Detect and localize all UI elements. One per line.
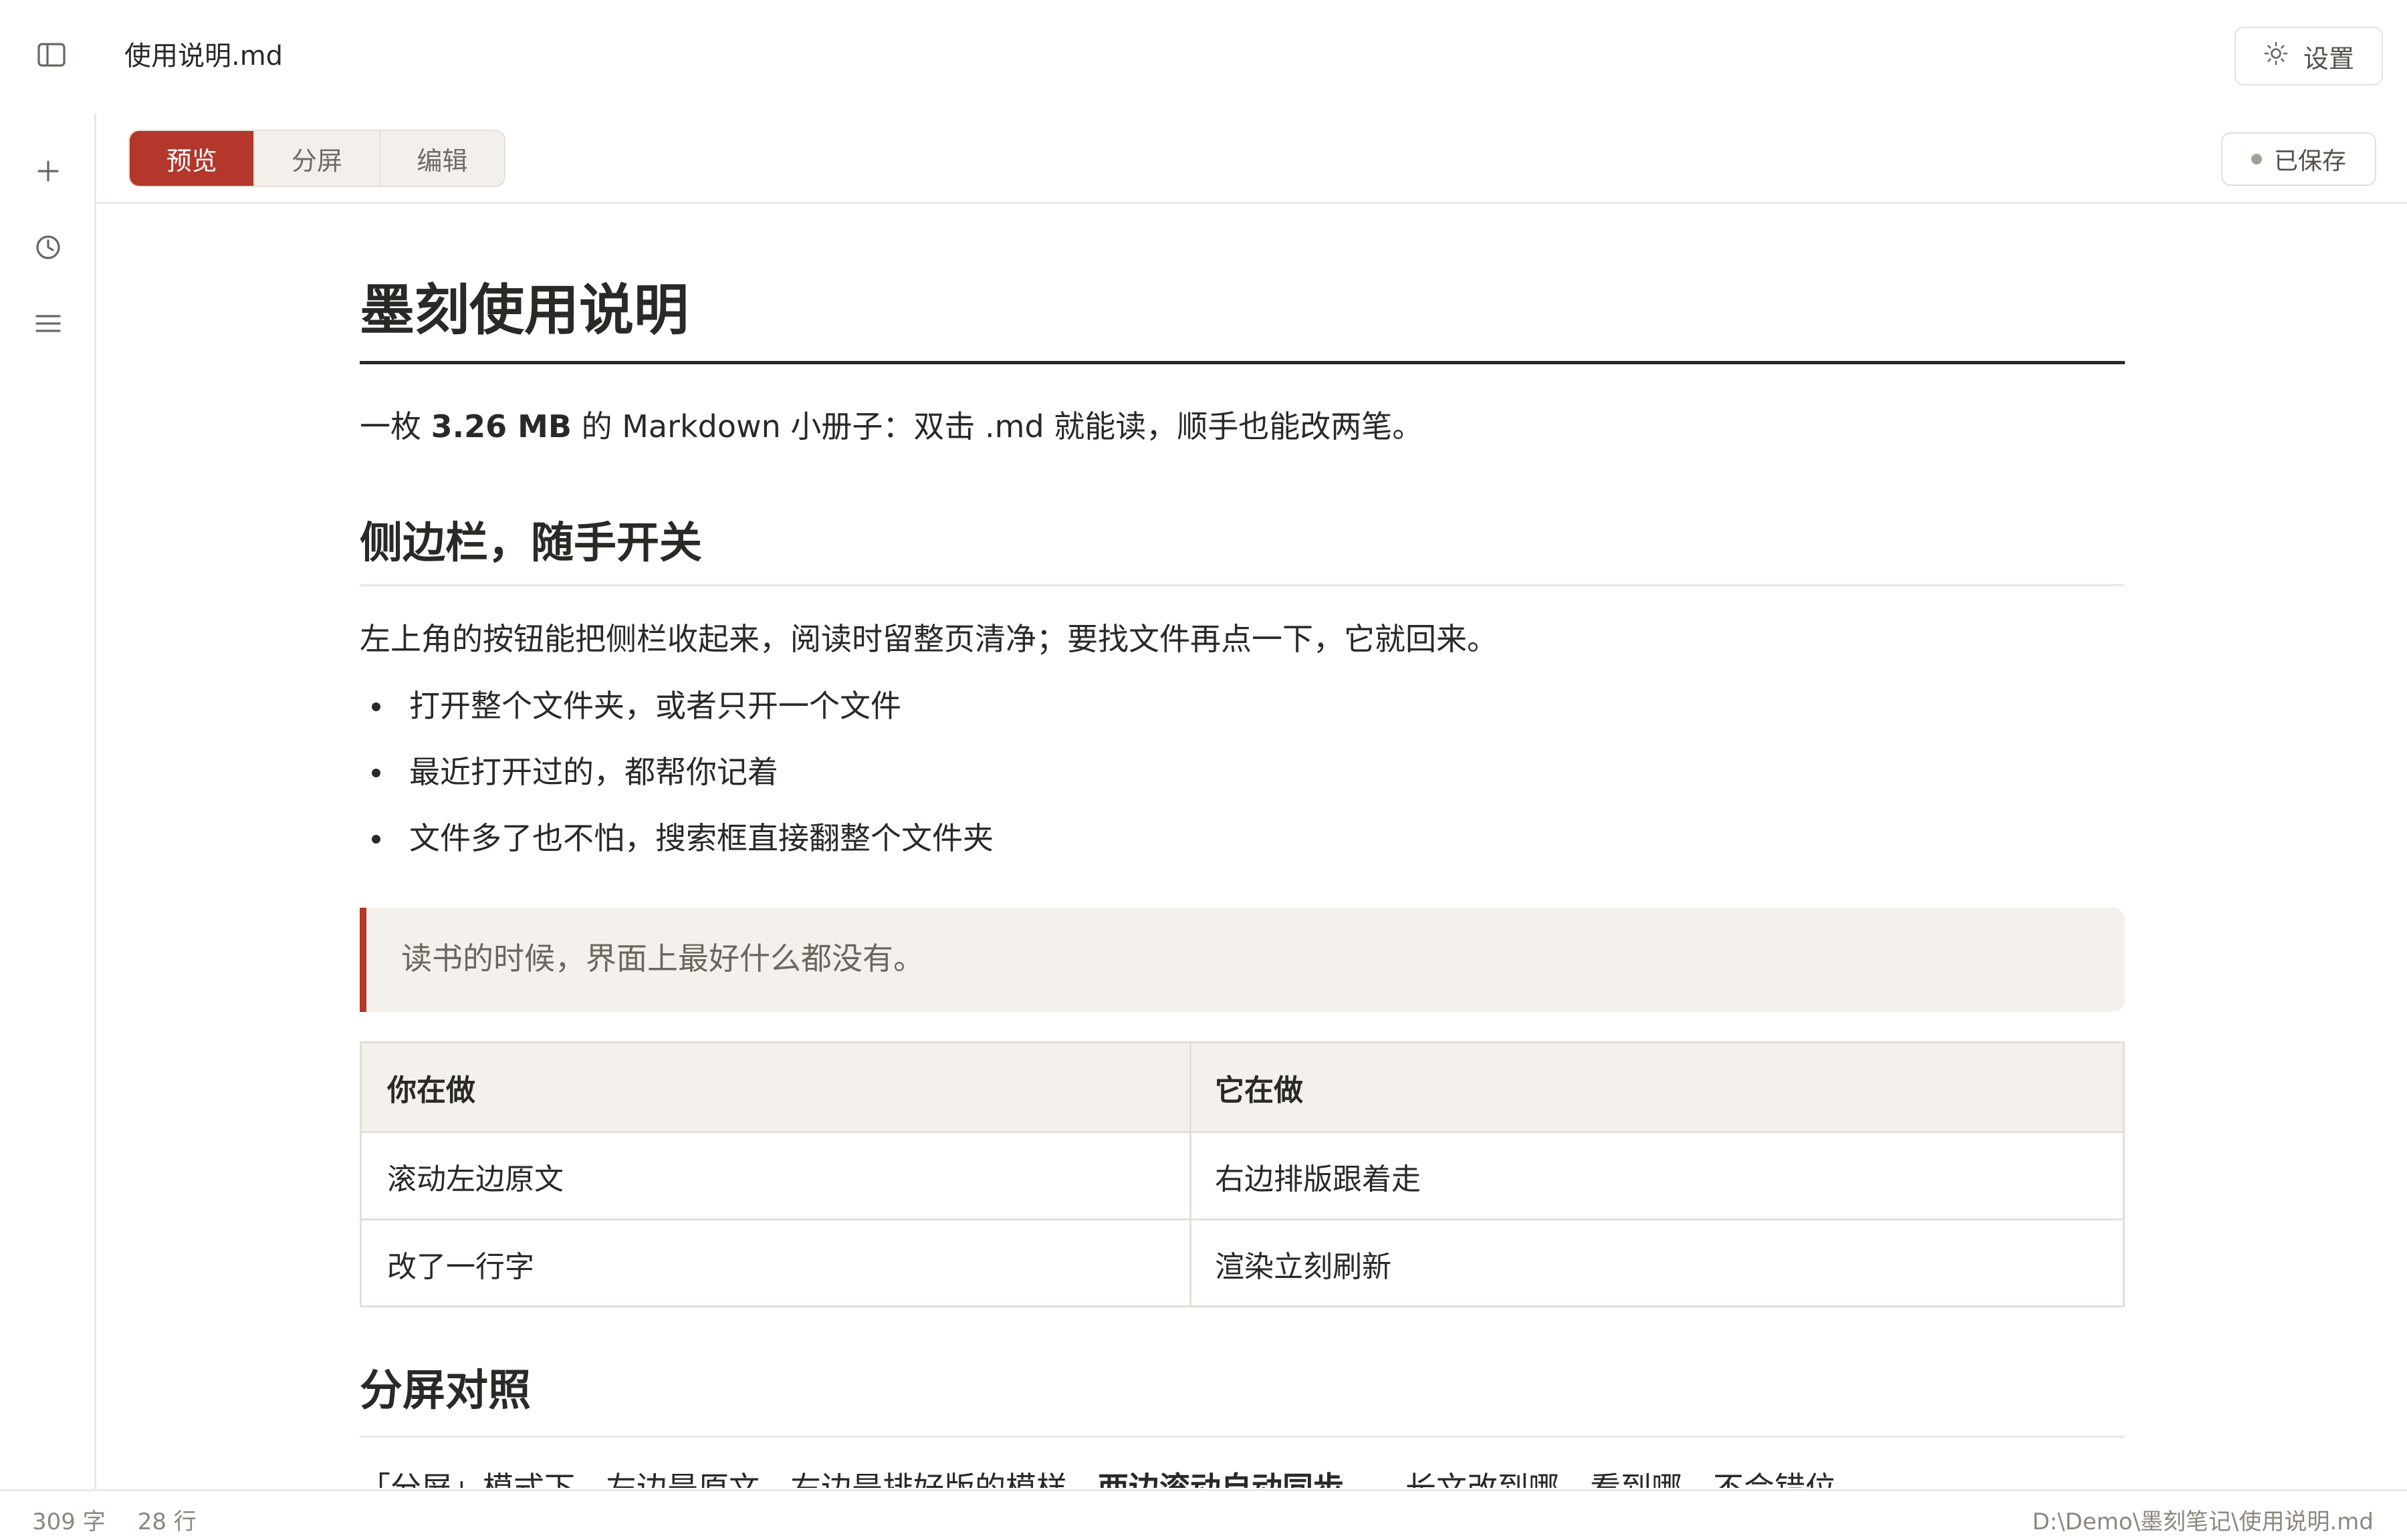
save-status-badge: 已保存 — [2221, 132, 2376, 186]
list-item-text: 打开整个文件夹，或者只开一个文件 — [409, 688, 901, 724]
tab-preview[interactable]: 预览 — [130, 131, 255, 186]
section-paragraph-partial: 「分屏」模式下，左边是原文，右边是排好版的模样，两边滚动自动同步——长文改到哪，… — [360, 1466, 1867, 1488]
section-heading-sidebar: 侧边栏，随手开关 — [360, 519, 702, 568]
section-rule — [360, 584, 2125, 586]
table-column-divider — [1189, 1043, 1191, 1305]
saved-label: 已保存 — [2273, 148, 2346, 175]
settings-label: 设置 — [2303, 43, 2354, 74]
sidebar-icon[interactable] — [35, 40, 72, 70]
paragraph-text: 「分屏」模式下，左边是原文，右边是排好版的模样， — [360, 1470, 1098, 1488]
table-header-cell: 你在做 — [387, 1073, 475, 1108]
list-item-text: 最近打开过的，都帮你记着 — [409, 754, 778, 790]
document-title: 墨刻使用说明 — [360, 279, 689, 342]
status-dot — [2251, 154, 2262, 164]
bullet-dot — [372, 769, 380, 777]
lead-text-before: 一枚 — [360, 408, 431, 444]
menu-icon[interactable] — [29, 305, 67, 342]
markdown-table: 你在做 它在做 滚动左边原文 右边排版跟着走 改了一行字 渲染立刻刷新 — [360, 1041, 2125, 1307]
view-mode-tabs: 预览 分屏 编辑 — [128, 130, 505, 187]
table-row: 滚动左边原文 右边排版跟着走 — [362, 1131, 2123, 1219]
section-paragraph: 左上角的按钮能把侧栏收起来，阅读时留整页清净；要找文件再点一下，它就回来。 — [360, 621, 1498, 657]
clock-icon[interactable] — [29, 229, 67, 266]
title-bar: 使用说明.md 设置 — [0, 0, 2407, 114]
toolbar-divider — [96, 202, 2407, 204]
settings-button[interactable]: 设置 — [2234, 27, 2383, 86]
left-rail — [0, 114, 96, 1491]
table-header-row: 你在做 它在做 — [362, 1043, 2123, 1132]
list-item-text: 文件多了也不怕，搜索框直接翻整个文件夹 — [409, 820, 994, 856]
tab-split[interactable]: 分屏 — [255, 131, 380, 186]
section-heading-split: 分屏对照 — [360, 1366, 531, 1416]
app-window: 使用说明.md 设置 预览 分屏 编辑 已保存 墨刻使用说明 一枚 3.26 M… — [0, 0, 2407, 1540]
table-cell: 渲染立刻刷新 — [1215, 1249, 1391, 1284]
table-cell: 滚动左边原文 — [387, 1162, 564, 1196]
lead-text-bold: 3.26 MB — [431, 408, 572, 444]
plus-icon[interactable] — [29, 152, 67, 190]
sun-gear-icon — [2263, 41, 2289, 72]
line-count: 28 行 — [137, 1509, 197, 1535]
status-counts: 309 字 28 行 — [32, 1503, 197, 1536]
title-rule — [360, 361, 2125, 364]
word-count: 309 字 — [32, 1509, 106, 1535]
paragraph-bold-text: 两边滚动自动同步 — [1098, 1470, 1344, 1488]
blockquote-text: 读书的时候，界面上最好什么都没有。 — [401, 940, 924, 977]
preview-pane[interactable]: 墨刻使用说明 一枚 3.26 MB 的 Markdown 小册子：双击 .md … — [360, 205, 2125, 1488]
table-cell: 改了一行字 — [387, 1249, 534, 1284]
bullet-dot — [372, 835, 380, 844]
lead-paragraph: 一枚 3.26 MB 的 Markdown 小册子：双击 .md 就能读，顺手也… — [360, 405, 1423, 448]
file-path: D:\Demo\墨刻笔记\使用说明.md — [2032, 1509, 2374, 1535]
paragraph-text: ——长文改到哪，看到哪，不会错位。 — [1344, 1470, 1867, 1488]
section-rule — [360, 1436, 2125, 1438]
file-name: 使用说明.md — [124, 41, 283, 72]
bullet-dot — [372, 702, 380, 711]
table-cell: 右边排版跟着走 — [1215, 1162, 1421, 1196]
lead-text-after: 的 Markdown 小册子：双击 .md 就能读，顺手也能改两笔。 — [571, 408, 1423, 444]
tab-edit[interactable]: 编辑 — [380, 131, 504, 186]
table-row: 改了一行字 渲染立刻刷新 — [362, 1218, 2123, 1307]
status-bar: 309 字 28 行 D:\Demo\墨刻笔记\使用说明.md — [0, 1489, 2407, 1540]
table-header-cell: 它在做 — [1215, 1073, 1303, 1108]
blockquote: 读书的时候，界面上最好什么都没有。 — [360, 908, 2125, 1012]
